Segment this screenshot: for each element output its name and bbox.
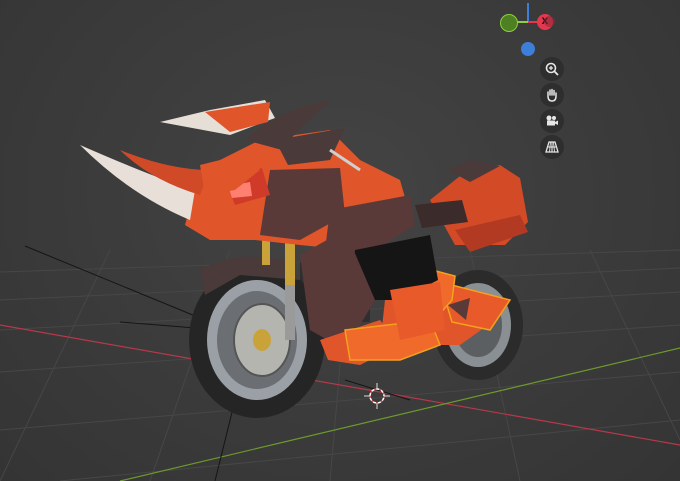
navigation-gizmo[interactable]: X <box>490 0 560 62</box>
zoom-button[interactable] <box>540 57 564 81</box>
neg-x-axis-ball[interactable] <box>544 16 555 27</box>
pan-button[interactable] <box>540 83 564 107</box>
grid-perspective-icon <box>544 139 560 155</box>
tail-section <box>415 160 528 252</box>
zoom-in-icon <box>544 61 560 77</box>
3d-viewport[interactable]: X <box>0 0 680 481</box>
scene-canvas[interactable] <box>0 0 680 481</box>
camera-icon <box>544 113 560 129</box>
camera-view-button[interactable] <box>540 109 564 133</box>
hand-icon <box>544 87 560 103</box>
projection-toggle-button[interactable] <box>540 135 564 159</box>
z-axis-ball[interactable] <box>521 42 535 56</box>
y-axis-ball[interactable] <box>500 14 518 32</box>
